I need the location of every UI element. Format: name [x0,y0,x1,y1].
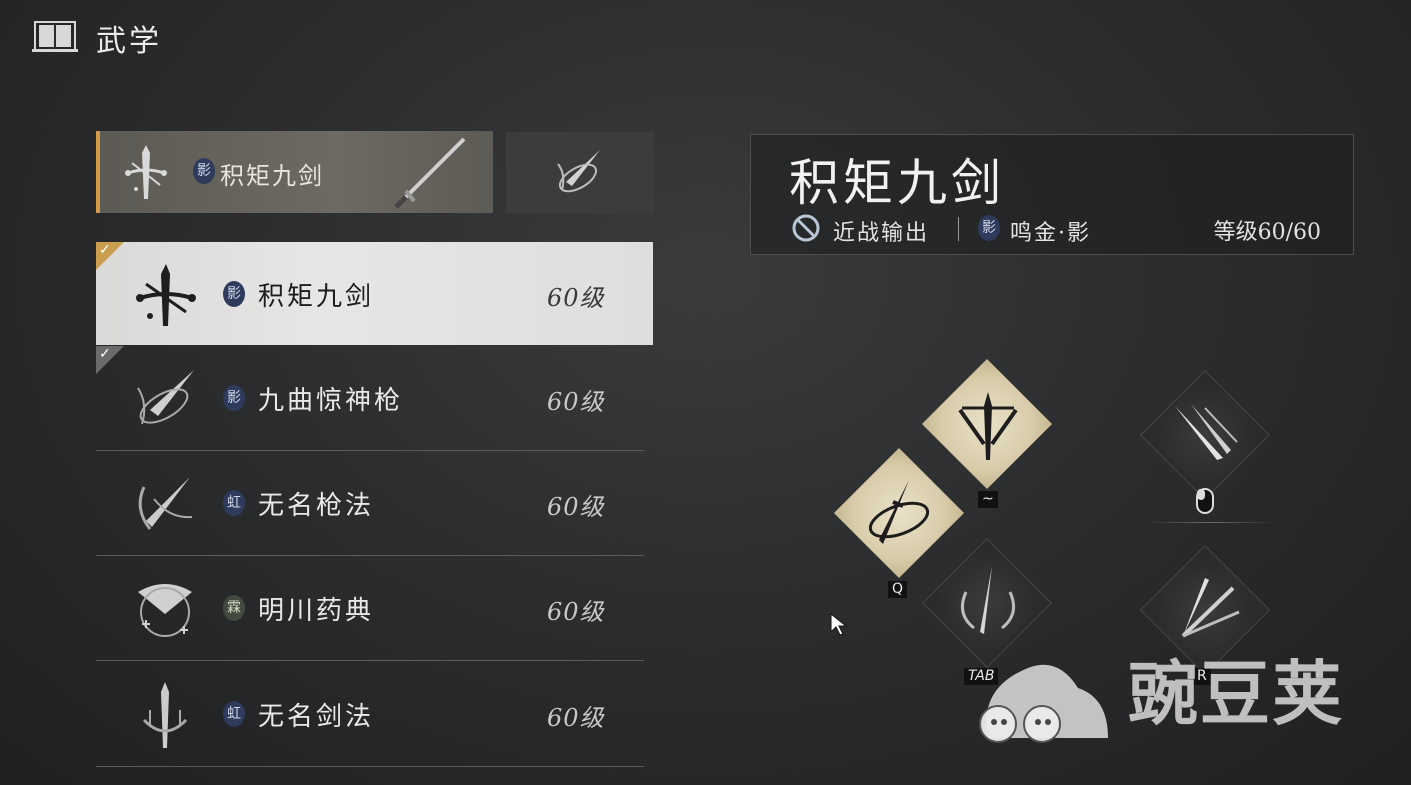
check-icon: ✓ [99,242,111,258]
sword-skill-icon [125,145,167,199]
skill-role: 近战输出 [833,221,930,246]
skill-list-item[interactable]: 虹 无名剑法 60级 [96,662,644,767]
school-badge: 影 [223,385,245,411]
key-q: Q [888,581,908,598]
melee-dps-icon [792,214,820,242]
school-badge: 影 [193,158,215,184]
equipped-skill-slot[interactable]: 影 积矩九剑 [96,131,493,213]
skill-name: 无名枪法 [258,491,375,521]
skill-title: 积矩九剑 [789,154,1005,212]
divider [958,217,959,241]
skill-list-item[interactable]: ✓ 影 积矩九剑 60级 [96,242,653,345]
skill-name: 明川药典 [258,596,375,626]
skill-level: 60级 [547,284,605,312]
triple-slash-icon [1175,404,1238,460]
blade-burst-icon [958,392,1018,460]
skill-list-item[interactable]: 霖 明川药典 60级 [96,556,644,661]
spear-skill-icon [138,477,193,530]
skill-list-item[interactable]: ✓ 影 九曲惊神枪 60级 [96,346,644,451]
skill-name: 九曲惊神枪 [258,386,404,416]
skill-level: 60级 [547,704,605,732]
sword-skill-icon [136,264,196,326]
divider [1145,522,1275,523]
check-icon: ✓ [99,346,111,362]
spear-skill-icon [557,150,600,193]
page-title: 武学 [96,24,162,59]
school-badge: 影 [223,281,245,307]
skill-school: 鸣金·影 [1010,221,1091,246]
school-badge: 影 [978,215,1000,241]
skill-level: 60级 [547,598,605,626]
mouse-icon [1196,488,1214,514]
skill-grade: 等级60/60 [1213,220,1321,245]
key-tilde: ~ [978,491,998,508]
fan-skill-icon [138,584,192,637]
equipped-skill-name: 积矩九剑 [220,162,324,190]
skill-name: 积矩九剑 [258,282,375,312]
watermark-logo [979,664,1108,743]
sword-skill-icon [142,682,188,748]
secondary-skill-slot[interactable] [506,132,654,213]
school-badge: 霖 [223,595,245,621]
watermark-text: 豌豆荚 [1128,653,1344,735]
sword-slash-icon [868,480,930,544]
skill-list-item[interactable]: 虹 无名枪法 60级 [96,451,644,556]
skill-level: 60级 [547,388,605,416]
school-badge: 虹 [223,490,245,516]
skill-level: 60级 [547,493,605,521]
book-icon [32,21,78,52]
mouse-cursor-icon [830,613,848,636]
school-badge: 虹 [223,701,245,727]
sword-weapon-icon [394,137,466,209]
skill-name: 无名剑法 [258,702,375,732]
skill-detail-panel: 积矩九剑 近战输出 影 鸣金·影 等级60/60 [750,134,1354,255]
spear-skill-icon [137,370,194,425]
